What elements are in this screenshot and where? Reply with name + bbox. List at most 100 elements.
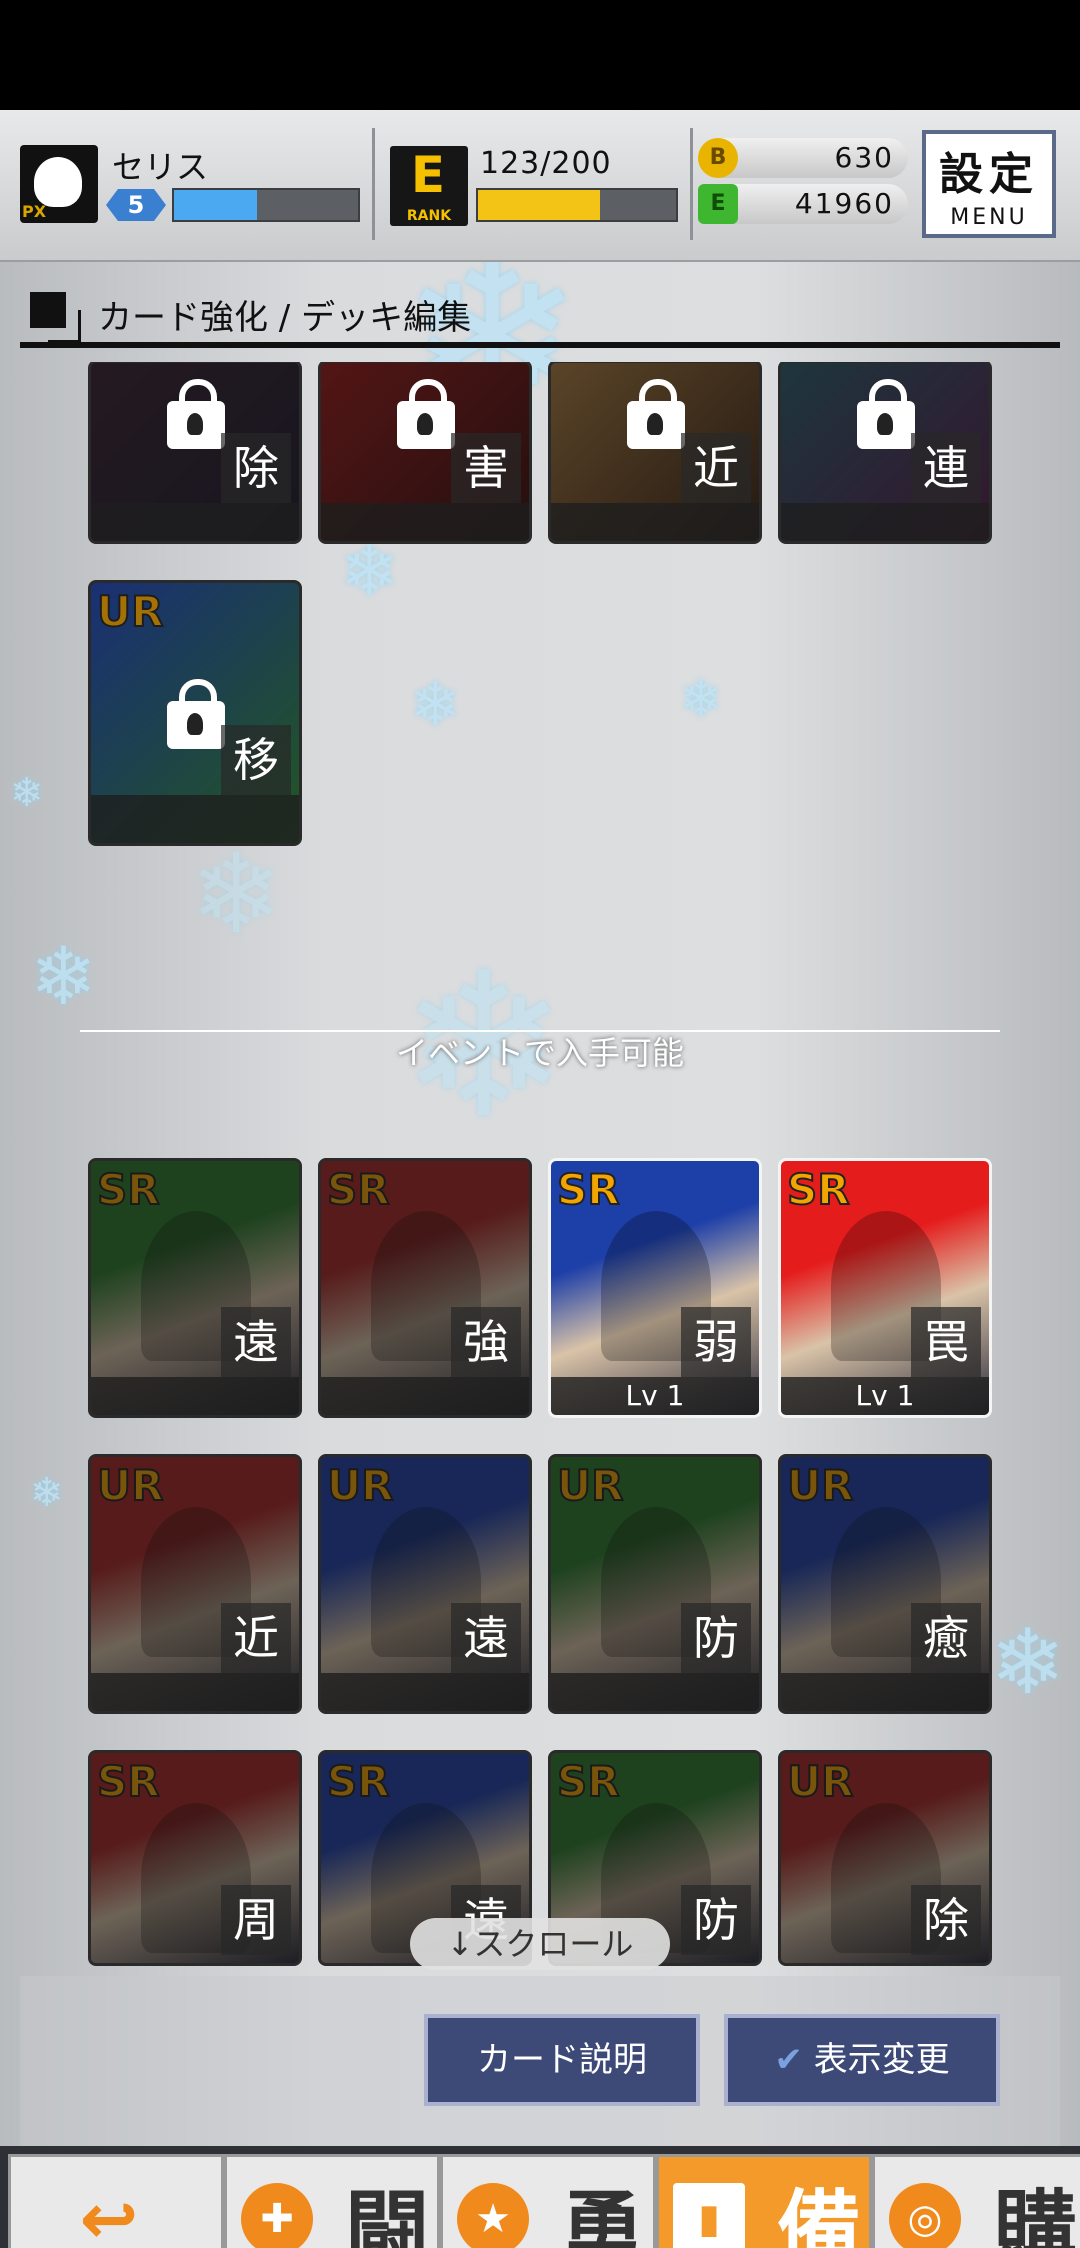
coin-counter: B 630 [698, 138, 908, 178]
coin-value: 630 [834, 141, 894, 174]
section-title: カード強化 / デッキ編集 [98, 298, 472, 338]
lock-icon [167, 679, 225, 749]
tab-kanji: 闘 [344, 2181, 429, 2248]
section-header: カード強化 / デッキ編集 [20, 282, 1060, 348]
player-header: PX セリス 5 E RANK 123/200 B 630 E 41960 設定… [0, 110, 1080, 262]
back-arrow-icon: ↩ [79, 2178, 139, 2248]
tab-hero[interactable]: ★勇ヒーロー [440, 2154, 656, 2248]
card-role: 連 [911, 433, 981, 503]
avatar-portrait [34, 157, 82, 207]
card-footer [321, 503, 529, 541]
tab-battle[interactable]: ✚闘バトル [224, 2154, 440, 2248]
card-tile[interactable]: 害 [318, 362, 532, 544]
lock-icon [627, 379, 685, 449]
card-level: Lv 1 [781, 1377, 989, 1415]
card-tile[interactable]: UR 移 [88, 580, 302, 846]
event-divider-label: イベントで入手可能 [395, 1034, 684, 1072]
rank-progress-text: 123/200 [480, 146, 612, 181]
card-role: 除 [221, 433, 291, 503]
card-role: 遠 [451, 1603, 521, 1673]
header-divider [372, 128, 375, 240]
rank-progress-fill [478, 190, 600, 220]
card-tile[interactable]: 連 [778, 362, 992, 544]
card-role: 除 [911, 1885, 981, 1955]
card-role: 癒 [911, 1603, 981, 1673]
card-role: 近 [221, 1603, 291, 1673]
section-underline [20, 342, 1060, 348]
card-tile[interactable]: UR防 [548, 1454, 762, 1714]
display-change-label: 表示変更 [813, 2040, 950, 2080]
card-role: 遠 [221, 1307, 291, 1377]
card-icon: ▮ [673, 2183, 745, 2248]
tab-card[interactable]: ▮備カード [656, 2154, 872, 2248]
card-role: 防 [681, 1603, 751, 1673]
card-tile[interactable]: 除 [88, 362, 302, 544]
lock-icon [397, 379, 455, 449]
card-tile[interactable]: UR遠 [318, 1454, 532, 1714]
gem-value: 41960 [794, 187, 894, 220]
app-screen: ❄ ❄ ❄ ❄ ❄ ❄ ❄ ❄ ❄ ❄ PX セリス 5 E RANK 123/… [0, 110, 1080, 2248]
card-tile[interactable]: SR強 [318, 1158, 532, 1418]
lock-icon [857, 379, 915, 449]
rank-label: RANK [406, 208, 452, 224]
card-footer [91, 503, 299, 541]
card-level [321, 1673, 529, 1711]
card-role: 近 [681, 433, 751, 503]
checkmark-icon: ✔ [774, 2040, 803, 2080]
card-tile[interactable]: UR除 [778, 1750, 992, 1966]
card-level [781, 1673, 989, 1711]
card-tile[interactable]: SR 弱 Lv 1 [548, 1158, 762, 1418]
card-level [551, 1673, 759, 1711]
tab-kanji: 勇 [560, 2181, 645, 2248]
card-tile[interactable]: UR癒 [778, 1454, 992, 1714]
premium-badge-icon: PX [22, 202, 47, 221]
card-level: Lv 1 [551, 1377, 759, 1415]
card-tile[interactable]: SR遠 [88, 1158, 302, 1418]
menu-kanji: 設定 [939, 149, 1039, 200]
rank-progress-bar [476, 188, 678, 222]
lock-icon [167, 379, 225, 449]
card-footer [781, 503, 989, 541]
card-role: 罠 [911, 1307, 981, 1377]
bottom-tab-bar: ↩ホーム✚闘バトル★勇ヒーロー▮備カード◎購ガチャ [0, 2146, 1080, 2248]
card-rarity: SR [786, 1164, 851, 1215]
tab-home[interactable]: ↩ホーム [8, 2154, 224, 2248]
section-icon-corner [48, 310, 81, 343]
gacha-icon: ◎ [889, 2183, 961, 2248]
card-role: 強 [451, 1307, 521, 1377]
tab-kanji: 購 [992, 2181, 1077, 2248]
tab-kanji: 備 [776, 2181, 861, 2248]
card-level [91, 1673, 299, 1711]
card-tile[interactable]: SR周 [88, 1750, 302, 1966]
card-tile[interactable]: SR 罠 Lv 1 [778, 1158, 992, 1418]
card-tile[interactable]: 近 [548, 362, 762, 544]
card-footer [91, 795, 299, 843]
card-role: 害 [451, 433, 521, 503]
card-role: 周 [221, 1885, 291, 1955]
display-change-button[interactable]: ✔ 表示変更 [724, 2014, 1000, 2106]
card-level [321, 1377, 529, 1415]
experience-bar-fill [174, 190, 257, 220]
card-description-button[interactable]: カード説明 [424, 2014, 700, 2106]
menu-button[interactable]: 設定 MENU [922, 130, 1056, 238]
player-name: セリス [112, 148, 209, 186]
card-role: 弱 [681, 1307, 751, 1377]
coin-icon: B [698, 138, 738, 178]
avatar[interactable]: PX [20, 145, 98, 223]
card-level [91, 1377, 299, 1415]
card-role: 防 [681, 1885, 751, 1955]
hero-icon: ★ [457, 2183, 529, 2248]
menu-label: MENU [950, 205, 1028, 230]
card-tile[interactable]: UR近 [88, 1454, 302, 1714]
gem-counter: E 41960 [698, 184, 908, 224]
player-level-badge: 5 [106, 189, 166, 221]
experience-bar [172, 188, 360, 222]
status-bar [0, 0, 1080, 110]
scroll-hint: ↓スクロール [410, 1918, 670, 1970]
rank-icon: E RANK [390, 146, 468, 226]
gem-icon: E [698, 184, 738, 224]
rank-letter: E [410, 146, 446, 204]
tab-gacha[interactable]: ◎購ガチャ [872, 2154, 1080, 2248]
card-list[interactable]: 除 害 近 連 UR 移 イベントで入手可能 遠 強 SR 弱 Lv 1 SR … [20, 362, 1060, 1968]
card-role: 移 [221, 725, 291, 795]
